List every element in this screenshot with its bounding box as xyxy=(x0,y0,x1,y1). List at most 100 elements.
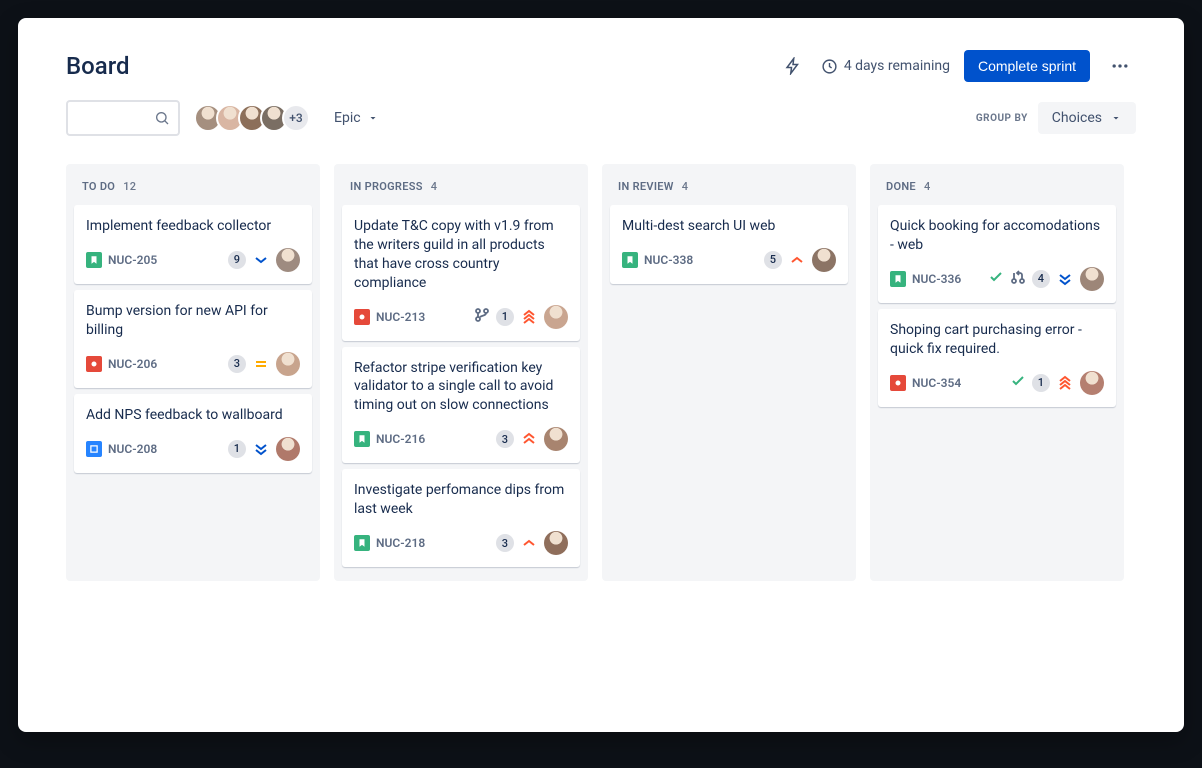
priority-medium-icon xyxy=(252,355,270,373)
task-type-icon xyxy=(86,441,102,457)
avatar-overflow[interactable]: +3 xyxy=(282,104,310,132)
assignee-avatar[interactable] xyxy=(1080,267,1104,291)
column-name: IN PROGRESS xyxy=(350,180,423,193)
issue-card[interactable]: Update T&C copy with v1.9 from the write… xyxy=(342,205,580,341)
card-meta: 1 xyxy=(1010,371,1104,395)
card-key: NUC-354 xyxy=(890,375,961,391)
search-input[interactable] xyxy=(66,100,180,136)
story-type-icon xyxy=(354,535,370,551)
group-by-label: GROUP BY xyxy=(976,113,1028,124)
priority-moderate-icon xyxy=(520,534,538,552)
complete-sprint-button[interactable]: Complete sprint xyxy=(964,50,1090,82)
card-title: Add NPS feedback to wallboard xyxy=(86,406,300,425)
priority-low-icon xyxy=(252,251,270,269)
card-meta: 1 xyxy=(474,305,568,329)
column-count: 4 xyxy=(682,180,689,193)
more-actions-button[interactable] xyxy=(1104,50,1136,82)
issue-card[interactable]: Shoping cart purchasing error - quick fi… xyxy=(878,309,1116,407)
card-meta: 9 xyxy=(228,248,300,272)
epic-filter[interactable]: Epic xyxy=(324,104,389,132)
ellipsis-icon xyxy=(1110,56,1130,76)
column-header: DONE 4 xyxy=(874,172,1120,205)
story-points-badge: 5 xyxy=(764,251,782,269)
column-header: IN REVIEW 4 xyxy=(606,172,852,205)
column-to-do: TO DO 12 Implement feedback collector NUC-2… xyxy=(66,164,320,581)
issue-card[interactable]: Bump version for new API for billing NUC-… xyxy=(74,290,312,388)
story-points-badge: 4 xyxy=(1032,270,1050,288)
priority-low2-icon xyxy=(252,440,270,458)
issue-card[interactable]: Multi-dest search UI webNUC-3385 xyxy=(610,205,848,284)
days-remaining: 4 days remaining xyxy=(821,58,950,75)
priority-low2-icon xyxy=(1056,270,1074,288)
issue-card[interactable]: Investigate perfomance dips from last we… xyxy=(342,469,580,567)
card-key: NUC-213 xyxy=(354,309,425,325)
assignee-avatar[interactable] xyxy=(276,437,300,461)
priority-highest-icon xyxy=(1056,374,1074,392)
card-title: Quick booking for accomodations - web xyxy=(890,217,1104,255)
branch-icon xyxy=(474,307,490,327)
assignee-avatar[interactable] xyxy=(544,427,568,451)
column-name: IN REVIEW xyxy=(618,180,674,193)
column-count: 4 xyxy=(431,180,438,193)
card-meta: 4 xyxy=(988,267,1104,291)
issue-card[interactable]: Refactor stripe verification key validat… xyxy=(342,347,580,464)
story-points-badge: 3 xyxy=(496,534,514,552)
kanban-board: TO DO 12 Implement feedback collector NUC-2… xyxy=(66,164,1136,581)
assignee-avatar[interactable] xyxy=(276,248,300,272)
issue-card[interactable]: Implement feedback collector NUC-205 9 xyxy=(74,205,312,284)
card-title: Multi-dest search UI web xyxy=(622,217,836,236)
column-in-review: IN REVIEW 4 Multi-dest search UI webNUC-33… xyxy=(602,164,856,581)
assignee-avatar[interactable] xyxy=(544,305,568,329)
issue-card[interactable]: Add NPS feedback to wallboardNUC-2081 xyxy=(74,394,312,473)
board-header: Board 4 days remaining Complete sprint xyxy=(66,50,1136,82)
column-count: 12 xyxy=(123,180,136,193)
story-points-badge: 9 xyxy=(228,251,246,269)
priority-highest-icon xyxy=(520,308,538,326)
column-in-progress: IN PROGRESS 4 Update T&C copy with v1.9 fr… xyxy=(334,164,588,581)
card-meta: 3 xyxy=(496,531,568,555)
bug-type-icon xyxy=(354,309,370,325)
page-title: Board xyxy=(66,52,130,80)
assignee-avatar[interactable] xyxy=(1080,371,1104,395)
card-title: Update T&C copy with v1.9 from the write… xyxy=(354,217,568,293)
story-points-badge: 1 xyxy=(496,308,514,326)
group-by-select[interactable]: Choices xyxy=(1038,102,1136,134)
pull-request-icon xyxy=(1010,269,1026,289)
card-title: Implement feedback collector xyxy=(86,217,300,236)
card-title: Bump version for new API for billing xyxy=(86,302,300,340)
team-avatars[interactable]: +3 xyxy=(194,104,310,132)
card-meta: 1 xyxy=(228,437,300,461)
assignee-avatar[interactable] xyxy=(276,352,300,376)
story-points-badge: 1 xyxy=(1032,374,1050,392)
card-meta: 3 xyxy=(228,352,300,376)
automation-icon[interactable] xyxy=(779,52,807,80)
issue-card[interactable]: Quick booking for accomodations - web NUC… xyxy=(878,205,1116,303)
card-key: NUC-205 xyxy=(86,252,157,268)
priority-moderate-icon xyxy=(788,251,806,269)
assignee-avatar[interactable] xyxy=(544,531,568,555)
card-meta: 5 xyxy=(764,248,836,272)
clock-icon xyxy=(821,58,838,75)
card-key: NUC-218 xyxy=(354,535,425,551)
column-header: TO DO 12 xyxy=(70,172,316,205)
card-title: Shoping cart purchasing error - quick fi… xyxy=(890,321,1104,359)
card-title: Refactor stripe verification key validat… xyxy=(354,359,568,416)
bug-type-icon xyxy=(86,356,102,372)
priority-high-icon xyxy=(520,430,538,448)
check-icon xyxy=(1010,373,1026,393)
column-name: DONE xyxy=(886,180,916,193)
column-name: TO DO xyxy=(82,180,115,193)
card-key: NUC-336 xyxy=(890,271,961,287)
card-title: Investigate perfomance dips from last we… xyxy=(354,481,568,519)
story-type-icon xyxy=(86,252,102,268)
card-key: NUC-206 xyxy=(86,356,157,372)
search-icon xyxy=(154,110,170,126)
story-type-icon xyxy=(890,271,906,287)
chevron-down-icon xyxy=(1110,112,1122,124)
check-icon xyxy=(988,269,1004,289)
assignee-avatar[interactable] xyxy=(812,248,836,272)
story-points-badge: 3 xyxy=(228,355,246,373)
story-points-badge: 3 xyxy=(496,430,514,448)
column-header: IN PROGRESS 4 xyxy=(338,172,584,205)
column-count: 4 xyxy=(924,180,931,193)
